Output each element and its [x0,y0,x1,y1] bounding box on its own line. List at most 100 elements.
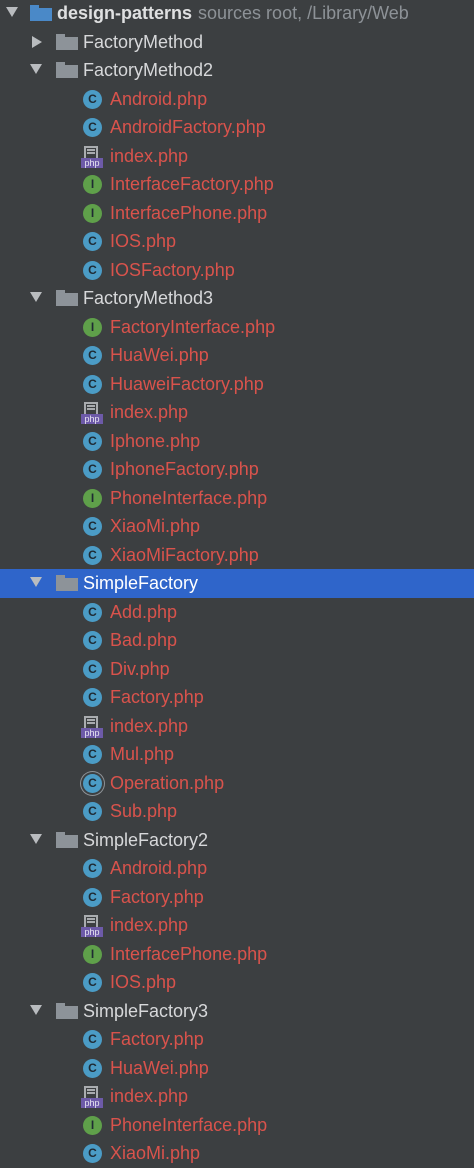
tree-file-row[interactable]: C AndroidFactory.php [0,113,474,142]
file-label: InterfaceFactory.php [110,174,274,194]
tree-file-row[interactable]: C IOSFactory.php [0,256,474,285]
tree-file-row[interactable]: C XiaoMiFactory.php [0,541,474,570]
php-tag: php [81,727,103,738]
chevron-down-icon[interactable] [30,833,42,844]
chevron-down-icon[interactable] [6,7,18,17]
chevron-right-icon[interactable] [32,35,42,48]
tree-folder-row[interactable]: SimpleFactory3 [0,997,474,1026]
tree-file-row[interactable]: C Factory.php [0,1025,474,1054]
folder-label: SimpleFactory [83,573,199,593]
file-label: Bad.php [110,630,178,650]
class-icon: C [83,260,102,280]
tree-file-row[interactable]: C HuaWei.php [0,1054,474,1083]
tree-file-row[interactable]: I InterfacePhone.php [0,199,474,228]
folder-label: SimpleFactory3 [83,1000,209,1021]
folder-label: FactoryMethod [83,31,204,52]
file-label: HuaWei.php [110,345,209,365]
tree-folder-row[interactable]: SimpleFactory2 [0,826,474,855]
file-label: IOS.php [110,972,177,992]
file-label: XiaoMi.php [110,1143,201,1163]
tree-folder-row[interactable]: FactoryMethod2 [0,56,474,85]
folder-label: FactoryMethod3 [83,288,214,308]
interface-icon: I [83,203,102,223]
tree-file-row[interactable]: C Factory.php [0,883,474,912]
file-label: index.php [110,715,189,736]
tree-file-row[interactable]: php index.php [0,1082,474,1111]
class-icon: C [83,1030,102,1049]
class-icon: C [83,602,102,622]
file-label: Sub.php [110,801,178,821]
tree-file-row[interactable]: C IOS.php [0,968,474,997]
tree-file-row[interactable]: C Android.php [0,854,474,883]
tree-file-row[interactable]: C XiaoMi.php [0,1139,474,1168]
tree-file-row[interactable]: C Div.php [0,655,474,684]
folder-icon [56,290,78,306]
class-icon: C [83,517,102,536]
tree-file-row[interactable]: php index.php [0,142,474,171]
chevron-down-icon[interactable] [30,1004,42,1015]
tree-file-row[interactable]: C Bad.php [0,626,474,655]
file-label: Factory.php [110,1029,204,1049]
file-label: Factory.php [110,886,204,907]
class-icon: C [83,745,102,764]
file-label: HuaweiFactory.php [110,373,264,394]
class-icon: C [83,232,102,251]
tree-file-row[interactable]: I InterfacePhone.php [0,940,474,969]
folder-icon [56,1002,78,1019]
interface-icon: I [83,1115,102,1135]
file-label: IOS.php [110,231,177,251]
tree-file-row[interactable]: I FactoryInterface.php [0,313,474,342]
tree-file-row[interactable]: php index.php [0,712,474,741]
file-label: index.php [110,1086,189,1106]
tree-file-row[interactable]: C HuaWei.php [0,341,474,370]
tree-file-row[interactable]: C XiaoMi.php [0,512,474,541]
tree-folder-row[interactable]: FactoryMethod [0,28,474,57]
tree-root-row[interactable]: design-patterns sources root, /Library/We… [0,0,474,28]
file-label: Mul.php [110,744,175,764]
chevron-down-icon[interactable] [30,64,42,74]
file-label: Div.php [110,658,170,679]
php-tag: php [81,414,103,424]
file-label: AndroidFactory.php [110,117,266,137]
file-label: index.php [110,145,189,166]
folder-icon [56,33,78,50]
file-label: Operation.php [110,772,225,793]
php-file-icon: php [81,402,103,424]
tree-folder-row[interactable]: SimpleFactory [0,569,474,598]
tree-file-row[interactable]: C Iphone.php [0,427,474,456]
tree-folder-row[interactable]: FactoryMethod3 [0,284,474,313]
class-icon: C [83,346,102,365]
tree-file-row[interactable]: I PhoneInterface.php [0,1111,474,1140]
tree-file-row[interactable]: C IOS.php [0,227,474,256]
tree-file-row[interactable]: php index.php [0,911,474,940]
interface-icon: I [83,317,102,337]
class-icon: C [83,973,102,992]
file-label: Add.php [110,601,178,622]
tree-file-row[interactable]: C Android.php [0,85,474,114]
tree-file-row[interactable]: C Factory.php [0,683,474,712]
class-icon: C [83,118,102,137]
tree-file-row[interactable]: C IphoneFactory.php [0,455,474,484]
tree-file-row[interactable]: C Sub.php [0,797,474,826]
tree-file-row[interactable]: I PhoneInterface.php [0,484,474,513]
tree-file-row[interactable]: C Mul.php [0,740,474,769]
file-label: Android.php [110,88,208,109]
php-tag: php [81,1098,103,1108]
php-file-icon: php [81,145,103,168]
tree-file-row[interactable]: C Add.php [0,598,474,627]
file-label: IphoneFactory.php [110,459,259,479]
class-icon: C [83,460,102,479]
root-folder-label: design-patterns sources root, /Library/We… [57,3,409,23]
file-label: Android.php [110,858,208,878]
tree-file-row[interactable]: C Operation.php [0,769,474,798]
class-icon: C [83,631,102,650]
class-icon: C [83,887,102,907]
project-tree: design-patterns sources root, /Library/We… [0,0,474,1168]
chevron-down-icon[interactable] [30,292,42,302]
file-label: PhoneInterface.php [110,487,268,508]
tree-file-row[interactable]: php index.php [0,398,474,427]
tree-file-row[interactable]: C HuaweiFactory.php [0,370,474,399]
class-icon: C [83,688,102,707]
tree-file-row[interactable]: I InterfaceFactory.php [0,170,474,199]
chevron-down-icon[interactable] [30,577,42,587]
